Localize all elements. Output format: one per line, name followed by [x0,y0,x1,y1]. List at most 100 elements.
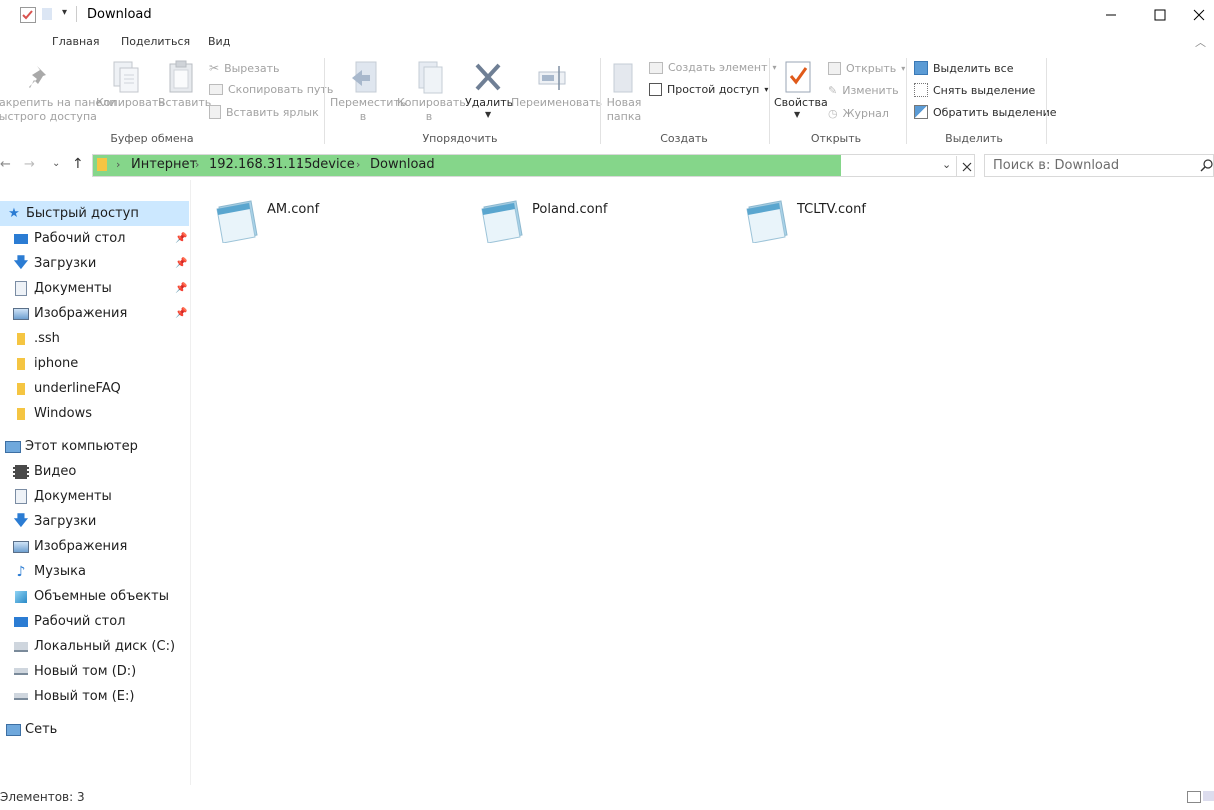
back-arrow-icon[interactable]: ← [0,157,11,172]
nav-label: .ssh [34,331,60,346]
history-button[interactable]: ◷ Журнал [828,107,889,120]
copy-path-button[interactable]: Скопировать путь [209,83,333,96]
tab-home[interactable]: Главная [52,35,100,48]
recent-locations-chevron-icon[interactable]: ⌄ [52,158,60,169]
nav-item-downloads[interactable]: 🡇 Загрузки 📌 [0,251,189,276]
breadcrumb-internet[interactable]: Интернет [131,157,197,172]
nav-item-documents[interactable]: Документы 📌 [0,276,189,301]
breadcrumb-device[interactable]: device [312,157,355,172]
properties-dropdown-icon[interactable]: ▼ [794,110,800,119]
nav-item-videos[interactable]: Видео [0,459,189,484]
nav-network-label: Сеть [25,722,58,737]
pin-icon[interactable]: 📌 [175,308,187,319]
nav-item-windows[interactable]: Windows [0,401,189,426]
easy-access-icon [649,83,662,96]
details-view-icon[interactable] [1187,791,1201,803]
group-separator [600,58,601,144]
pin-icon[interactable]: 📌 [175,258,187,269]
delete-dropdown-icon[interactable]: ▼ [485,110,491,119]
new-item-icon [649,61,663,74]
nav-label: Новый том (E:) [34,689,135,704]
address-dropdown-icon[interactable]: ⌄ [942,158,951,171]
nav-item-drive-d[interactable]: Новый том (D:) [0,659,189,684]
nav-item-underlinefaq[interactable]: underlineFAQ [0,376,189,401]
move-to-icon [352,61,377,93]
copy-to-label: Копировать [397,96,466,109]
history-label: Журнал [842,107,889,120]
chevron-down-icon: ▾ [764,85,769,94]
nav-label: Документы [34,281,112,296]
group-separator [1046,58,1047,144]
nav-label: Новый том (D:) [34,664,137,679]
select-none-button[interactable]: Снять выделение [914,83,1035,97]
film-icon [13,464,29,480]
nav-item-drive-c[interactable]: Локальный диск (C:) [0,634,189,659]
nav-quick-access[interactable]: ★ Быстрый доступ [0,201,189,226]
edit-label: Изменить [842,84,899,97]
file-name: AM.conf [267,202,320,217]
nav-item-pc-downloads[interactable]: 🡇 Загрузки [0,509,189,534]
minimize-button[interactable] [1088,0,1134,30]
breadcrumb-download[interactable]: Download [370,157,435,172]
file-item[interactable]: AM.conf [211,195,411,245]
quick-access-dropdown-icon[interactable]: ▾ [62,7,67,18]
collapse-ribbon-icon[interactable]: ︿ [1195,34,1206,50]
group-separator [324,58,325,144]
nav-label: Локальный диск (C:) [34,639,176,654]
nav-item-music[interactable]: ♪ Музыка [0,559,189,584]
nav-item-pc-desktop[interactable]: Рабочий стол [0,609,189,634]
select-all-label: Выделить все [933,61,1014,75]
file-item[interactable]: TCLTV.conf [741,195,941,245]
search-icon[interactable] [1200,159,1213,172]
open-button[interactable]: Открыть ▾ [828,62,905,75]
edit-button[interactable]: ✎ Изменить [828,84,899,97]
tab-share[interactable]: Поделиться [121,35,190,48]
nav-item-pictures[interactable]: Изображения 📌 [0,301,189,326]
move-to-label-2: в [359,110,367,123]
new-folder-quick-icon[interactable] [42,8,52,20]
up-arrow-icon[interactable]: ↑ [72,156,84,172]
nav-item-desktop[interactable]: Рабочий стол 📌 [0,226,189,251]
easy-access-button[interactable]: Простой доступ ▾ [649,83,768,96]
pane-divider[interactable] [190,180,191,785]
breadcrumb-chevron-icon[interactable]: › [356,158,360,171]
clear-address-button[interactable] [956,156,976,177]
nav-item-pc-documents[interactable]: Документы [0,484,189,509]
new-item-button[interactable]: Создать элемент ▾ [649,61,777,74]
notepad-file-icon [481,200,523,243]
forward-arrow-icon[interactable]: → [24,157,35,172]
file-item[interactable]: Poland.conf [476,195,676,245]
paste-shortcut-button[interactable]: Вставить ярлык [209,105,319,119]
nav-item-iphone[interactable]: iphone [0,351,189,376]
nav-this-pc[interactable]: Этот компьютер [0,434,189,459]
cut-button[interactable]: ✂ Вырезать [209,61,280,75]
organize-group-label: Упорядочить [422,132,498,145]
copy-path-label: Скопировать путь [228,83,334,96]
nav-item-pc-pictures[interactable]: Изображения [0,534,189,559]
status-item-count: Элементов: 3 [0,790,85,804]
breadcrumb-chevron-icon[interactable]: › [195,158,199,171]
nav-item-3d-objects[interactable]: Объемные объекты [0,584,189,609]
nav-network[interactable]: Сеть [0,717,189,742]
tab-view[interactable]: Вид [208,35,230,48]
invert-selection-button[interactable]: Обратить выделение [914,105,1057,119]
large-icons-view-icon[interactable] [1203,791,1214,801]
select-all-button[interactable]: Выделить все [914,61,1013,75]
new-item-label: Создать элемент [668,61,768,74]
pin-icon[interactable]: 📌 [175,283,187,294]
properties-quick-icon[interactable] [20,7,36,23]
pin-icon[interactable]: 📌 [175,233,187,244]
breadcrumb-chevron-icon[interactable]: › [116,158,120,171]
system-drive-icon [13,639,29,655]
search-placeholder[interactable]: Поиск в: Download [993,158,1119,173]
folder-icon [13,331,29,347]
nav-item-drive-e[interactable]: Новый том (E:) [0,684,189,709]
drive-icon [13,664,29,680]
maximize-button[interactable] [1137,0,1183,30]
close-button[interactable] [1183,0,1214,30]
nav-item-ssh[interactable]: .ssh [0,326,189,351]
new-folder-label-2: папка [606,110,642,123]
copy-to-label-2: в [425,110,433,123]
breadcrumb-chevron-icon[interactable]: › [297,158,301,171]
cut-label: Вырезать [224,61,280,75]
